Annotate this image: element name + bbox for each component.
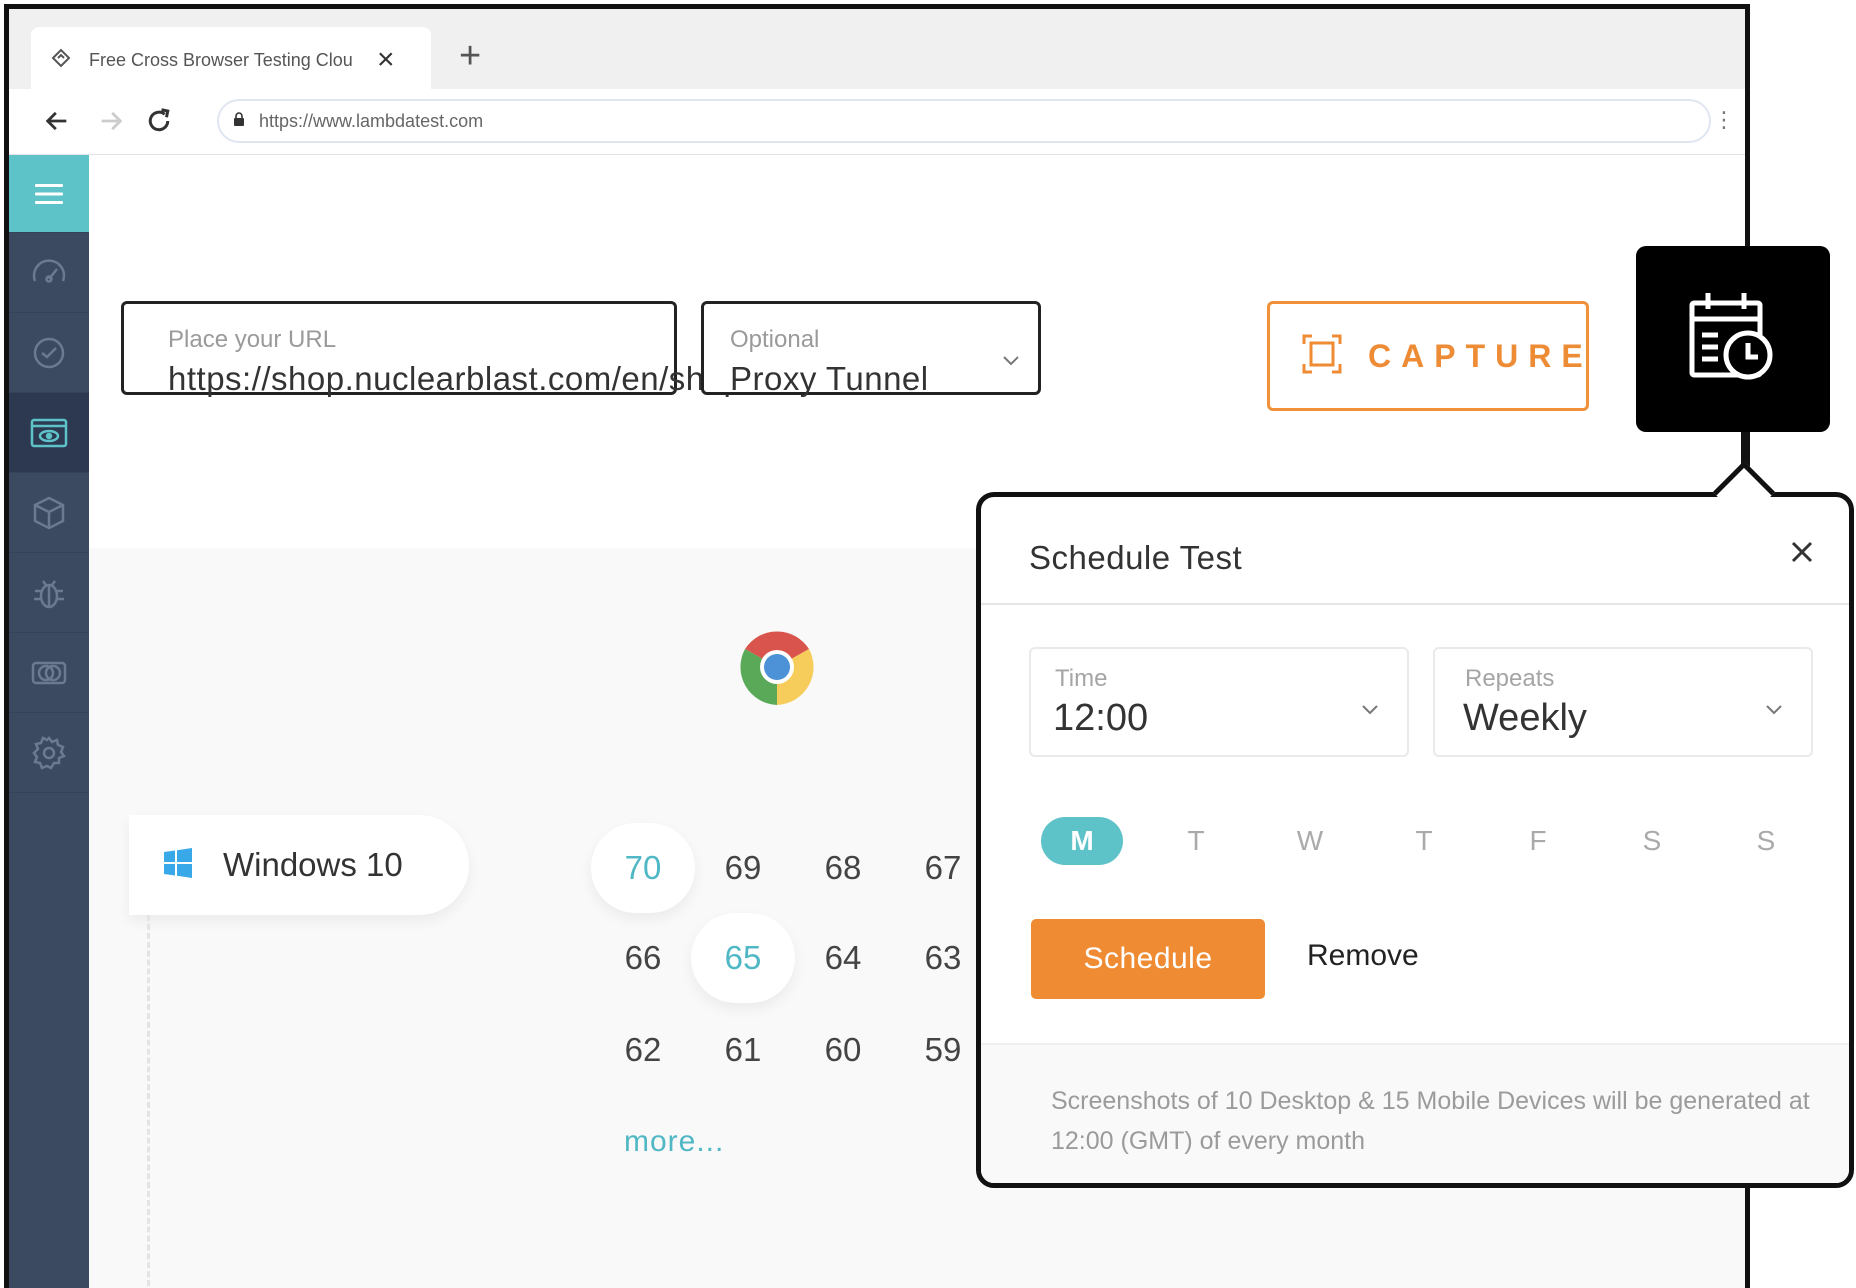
version-66[interactable]: 66 bbox=[591, 913, 695, 1003]
schedule-note: Screenshots of 10 Desktop & 15 Mobile De… bbox=[1051, 1087, 1810, 1155]
schedule-calendar-clock-icon bbox=[1688, 291, 1778, 388]
proxy-field-value: Proxy Tunnel bbox=[730, 360, 929, 397]
lock-icon bbox=[233, 111, 245, 131]
tree-connector bbox=[147, 915, 150, 1288]
remove-button[interactable]: Remove bbox=[1307, 939, 1419, 973]
windows-logo-icon bbox=[163, 847, 193, 883]
tab-title: Free Cross Browser Testing Clou bbox=[89, 49, 353, 70]
browser-menu-icon[interactable]: ⋮ bbox=[1713, 109, 1735, 131]
capture-frame-icon bbox=[1302, 334, 1342, 379]
back-arrow-icon[interactable] bbox=[35, 99, 79, 143]
schedule-button[interactable]: Schedule bbox=[1031, 919, 1265, 999]
address-url: https://www.lambdatest.com bbox=[259, 110, 484, 131]
visual-screenshot-icon[interactable] bbox=[9, 393, 89, 473]
gear-icon[interactable] bbox=[9, 713, 89, 793]
address-bar[interactable]: https://www.lambdatest.com bbox=[217, 99, 1711, 143]
version-62[interactable]: 62 bbox=[591, 1005, 695, 1095]
day-saturday[interactable]: S bbox=[1611, 817, 1693, 865]
tab-close-icon[interactable]: × bbox=[377, 45, 395, 75]
time-value: 12:00 bbox=[1053, 697, 1149, 739]
repeats-dropdown[interactable]: Repeats Weekly bbox=[1433, 647, 1813, 757]
chrome-logo-icon[interactable] bbox=[737, 627, 817, 712]
browser-tab[interactable]: Free Cross Browser Testing Clou × bbox=[31, 27, 431, 93]
speedometer-icon[interactable] bbox=[9, 233, 89, 313]
time-dropdown[interactable]: Time 12:00 bbox=[1029, 647, 1409, 757]
version-64[interactable]: 64 bbox=[791, 913, 895, 1003]
url-field-value[interactable]: https://shop.nuclearblast.com/en/shop bbox=[168, 360, 742, 398]
tab-bar: Free Cross Browser Testing Clou × + bbox=[9, 9, 1745, 93]
url-field-label: Place your URL bbox=[168, 326, 337, 353]
day-friday[interactable]: F bbox=[1497, 817, 1579, 865]
capture-button-label: CAPTURE bbox=[1368, 337, 1593, 374]
realtime-test-icon[interactable] bbox=[9, 313, 89, 393]
capture-button[interactable]: CAPTURE bbox=[1267, 301, 1589, 411]
box-icon[interactable] bbox=[9, 473, 89, 553]
hamburger-menu-icon[interactable] bbox=[9, 155, 89, 233]
lambdatest-favicon-icon bbox=[49, 46, 73, 75]
os-name: Windows 10 bbox=[223, 846, 403, 883]
proxy-dropdown[interactable]: Optional Proxy Tunnel bbox=[701, 301, 1041, 397]
popover-title: Schedule Test bbox=[1029, 539, 1243, 576]
chevron-down-icon bbox=[1361, 703, 1379, 721]
url-field[interactable]: Place your URL https://shop.nuclearblast… bbox=[121, 301, 742, 397]
nav-bar: https://www.lambdatest.com ⋮ bbox=[9, 89, 1745, 155]
schedule-test-popover: Schedule Test Time 12:00 Repeats Weekly … bbox=[976, 492, 1854, 1188]
day-selector: M T W T F S S bbox=[1041, 817, 1811, 867]
os-selector[interactable]: Windows 10 bbox=[129, 815, 469, 915]
close-icon[interactable] bbox=[1791, 533, 1813, 569]
chevron-down-icon bbox=[1002, 354, 1020, 372]
version-60[interactable]: 60 bbox=[791, 1005, 895, 1095]
sidebar bbox=[9, 155, 89, 1288]
repeats-value: Weekly bbox=[1463, 697, 1587, 739]
compare-icon[interactable] bbox=[9, 633, 89, 713]
version-68[interactable]: 68 bbox=[791, 823, 895, 913]
day-sunday[interactable]: S bbox=[1725, 817, 1807, 865]
schedule-test-button[interactable] bbox=[1636, 246, 1830, 432]
version-70[interactable]: 70 bbox=[591, 823, 695, 913]
day-tuesday[interactable]: T bbox=[1155, 817, 1237, 865]
popover-header: Schedule Test bbox=[981, 497, 1849, 605]
chevron-down-icon bbox=[1765, 703, 1783, 721]
forward-arrow-icon[interactable] bbox=[89, 99, 133, 143]
new-tab-icon[interactable]: + bbox=[459, 37, 481, 75]
more-versions-link[interactable]: more... bbox=[624, 1125, 724, 1159]
day-monday[interactable]: M bbox=[1041, 817, 1123, 865]
version-69[interactable]: 69 bbox=[691, 823, 795, 913]
reload-icon[interactable] bbox=[137, 99, 181, 143]
bug-icon[interactable] bbox=[9, 553, 89, 633]
repeats-label: Repeats bbox=[1465, 665, 1555, 692]
proxy-field-label: Optional bbox=[730, 326, 820, 353]
popover-footer: Screenshots of 10 Desktop & 15 Mobile De… bbox=[981, 1043, 1849, 1183]
day-wednesday[interactable]: W bbox=[1269, 817, 1351, 865]
day-thursday[interactable]: T bbox=[1383, 817, 1465, 865]
time-label: Time bbox=[1055, 665, 1108, 692]
version-61[interactable]: 61 bbox=[691, 1005, 795, 1095]
version-65[interactable]: 65 bbox=[691, 913, 795, 1003]
